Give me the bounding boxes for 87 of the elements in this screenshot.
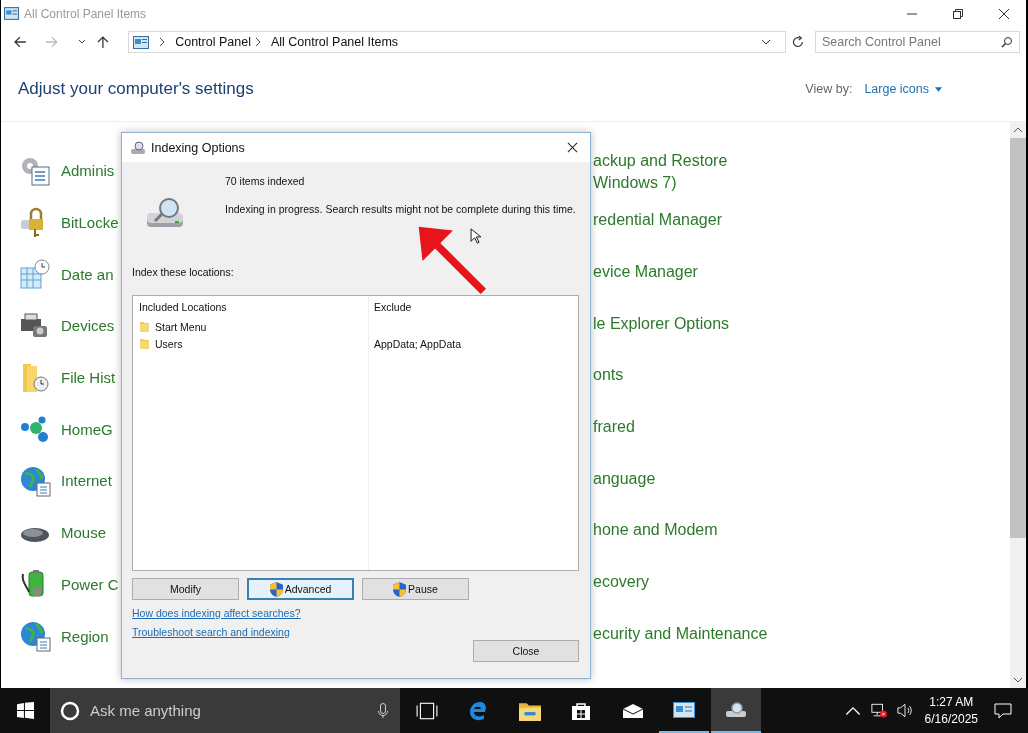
applet-link[interactable]: onts: [593, 366, 624, 385]
breadcrumb-item[interactable]: Control Panel: [175, 35, 251, 49]
view-by-label: View by:: [805, 82, 853, 96]
column-header: Exclude: [374, 301, 413, 315]
breadcrumb-item[interactable]: All Control Panel Items: [270, 35, 399, 49]
caret-icon[interactable]: [935, 86, 942, 92]
close-icon[interactable]: [998, 7, 1010, 20]
help-link[interactable]: Troubleshoot search and indexing: [132, 626, 290, 638]
control-panel-icon: [673, 699, 695, 720]
chevron-down-icon[interactable]: [761, 37, 772, 47]
back-arrow-icon[interactable]: [13, 35, 27, 49]
clock-time[interactable]: 1:27 AM: [929, 693, 974, 711]
microphone-icon[interactable]: [378, 702, 388, 719]
mouse-cursor-icon: [470, 228, 481, 244]
notifications-icon[interactable]: [994, 702, 1012, 719]
windows-logo-icon[interactable]: [17, 702, 34, 719]
folder-icon: [140, 338, 149, 349]
applet-link[interactable]: ecurity and Maintenance: [593, 624, 768, 643]
dialog-button[interactable]: Advanced: [247, 578, 354, 600]
clock-date[interactable]: 6/16/2025: [924, 710, 978, 728]
calendar-clock-icon[interactable]: [19, 258, 51, 291]
circle-icon: [60, 700, 80, 721]
close-button[interactable]: Close: [473, 640, 579, 662]
page-heading: Adjust your computer's settings: [18, 79, 254, 99]
applet-link[interactable]: le Explorer Options: [593, 314, 730, 333]
applet-link[interactable]: Mouse: [61, 524, 107, 542]
applet-link[interactable]: Power C: [61, 575, 119, 593]
globe-icon[interactable]: [19, 620, 51, 653]
applet-link[interactable]: HomeG: [61, 420, 113, 438]
applet-link[interactable]: Devices: [61, 317, 115, 335]
dialog-button[interactable]: Modify: [132, 578, 239, 600]
items-indexed-count: 70 items indexed: [225, 175, 306, 187]
exclude-value: AppData; AppData: [374, 337, 461, 350]
scroll-down-icon[interactable]: [1013, 676, 1023, 684]
applet-link[interactable]: ackup and Restore Windows 7): [593, 150, 735, 194]
shopping-bag-icon: [570, 700, 592, 721]
column-header: Included Locations: [139, 301, 228, 315]
window-title: All Control Panel Items: [24, 6, 147, 21]
chevron-right-icon: [158, 37, 167, 47]
help-link[interactable]: How does indexing affect searches?: [132, 607, 301, 619]
shield-icon: [269, 581, 283, 597]
applet-link[interactable]: anguage: [593, 469, 656, 488]
search-icon: [1001, 36, 1013, 48]
applet-link[interactable]: evice Manager: [593, 262, 698, 281]
search-box[interactable]: Search Control Panel: [814, 31, 1020, 53]
refresh-icon[interactable]: [791, 35, 805, 49]
magnifier-drive-icon: [130, 139, 146, 156]
e-logo-icon: [467, 700, 489, 721]
vertical-scrollbar[interactable]: [1010, 122, 1026, 688]
folder-icon: [140, 321, 149, 332]
shield-icon: [393, 581, 407, 597]
location-name[interactable]: Users: [155, 337, 183, 350]
address-bar[interactable]: Control Panel All Control Panel Items: [128, 31, 787, 53]
applet-link[interactable]: ecovery: [593, 572, 650, 591]
dialog-title: Indexing Options: [151, 140, 245, 155]
search-field[interactable]: Search Control Panel: [821, 33, 992, 51]
taskbar-search-box[interactable]: Ask me anything: [50, 688, 400, 733]
speaker-icon[interactable]: [896, 703, 913, 718]
location-name[interactable]: Start Menu: [155, 320, 207, 333]
control-panel-icon: [133, 35, 150, 49]
taskbar-search-field[interactable]: Ask me anything: [90, 695, 378, 726]
applet-link[interactable]: Internet: [61, 472, 112, 490]
applet-link[interactable]: hone and Modem: [593, 521, 718, 540]
scroll-up-icon[interactable]: [1013, 126, 1023, 134]
scrollbar-thumb[interactable]: [1010, 138, 1026, 538]
applet-link[interactable]: File Hist: [61, 369, 116, 387]
applet-link[interactable]: Date an: [61, 265, 114, 283]
locations-label: Index these locations:: [132, 266, 235, 278]
up-arrow-icon[interactable]: [96, 35, 111, 49]
control-panel-icon: [4, 7, 19, 20]
chevron-right-icon: [253, 37, 262, 47]
taskbar-app[interactable]: [710, 688, 761, 733]
applet-link[interactable]: redential Manager: [593, 211, 722, 229]
task-view-icon: [415, 700, 438, 721]
indexing-status: Indexing in progress. Search results might not be complete during this time.: [225, 203, 576, 215]
applet-link[interactable]: BitLocke: [61, 214, 119, 232]
applet-link[interactable]: Region: [61, 627, 109, 645]
close-icon[interactable]: [567, 142, 578, 153]
applet-link[interactable]: Adminis: [61, 162, 115, 180]
restore-icon[interactable]: [952, 7, 964, 20]
network-error-icon[interactable]: [870, 703, 887, 718]
folder-icon: [518, 700, 541, 721]
magnifier-drive-icon: [724, 699, 747, 720]
applet-link[interactable]: frared: [593, 417, 635, 436]
view-by-dropdown[interactable]: Large icons: [864, 82, 929, 96]
globe-icon[interactable]: [19, 464, 51, 497]
dialog-button[interactable]: Pause: [362, 578, 469, 600]
